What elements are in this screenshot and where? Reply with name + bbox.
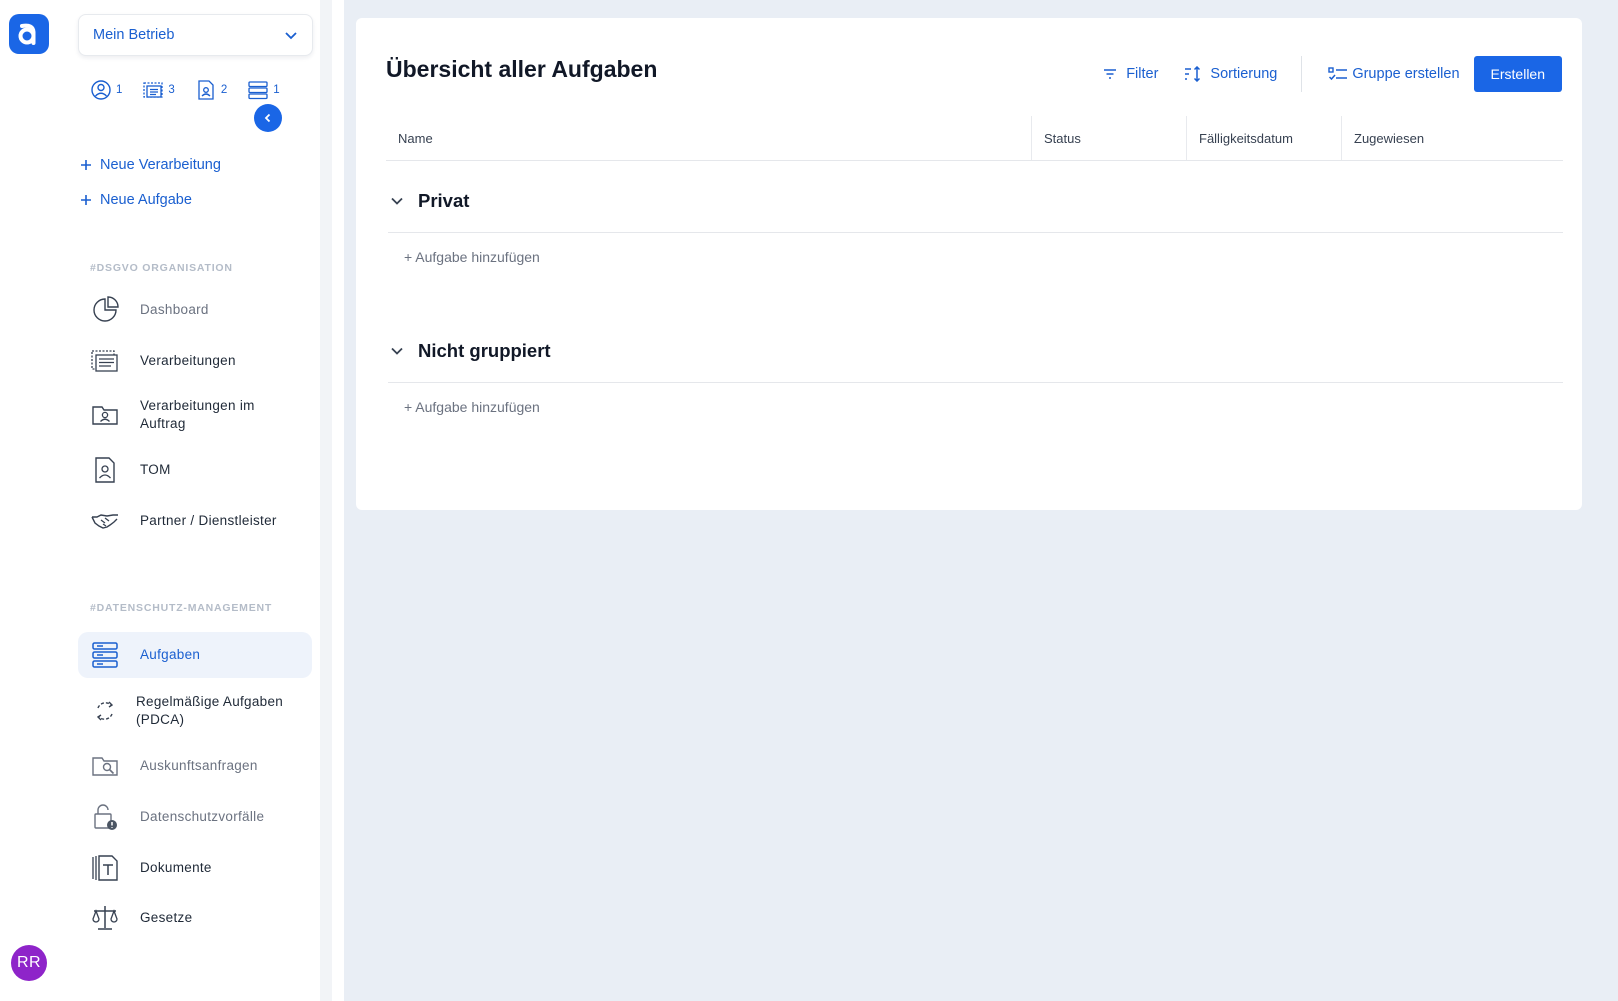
sidebar-item-label: Dashboard [140, 302, 209, 317]
main-content: Übersicht aller Aufgaben Filter Sortieru… [344, 0, 1618, 1001]
tasks-stack-icon [248, 81, 268, 100]
folder-search-icon [90, 751, 120, 781]
avatar[interactable]: RR [11, 945, 47, 981]
summary-counts: 1 3 2 1 [90, 79, 280, 101]
chevron-left-icon [264, 113, 271, 123]
count-users-value: 1 [116, 84, 123, 96]
filter-button[interactable]: Filter [1102, 66, 1158, 82]
count-users[interactable]: 1 [90, 79, 122, 101]
group-divider [388, 232, 1563, 233]
sort-label: Sortierung [1210, 66, 1278, 82]
folder-person-icon [90, 400, 120, 430]
count-contacts-value: 2 [220, 84, 228, 96]
lock-alert-icon [90, 802, 120, 832]
sidebar-item-label: TOM [140, 462, 171, 477]
chevron-down-icon [285, 32, 297, 40]
toolbar-divider [1301, 56, 1303, 92]
sidebar-item-laws[interactable]: Gesetze [78, 895, 312, 941]
column-header-assigned[interactable]: Zugewiesen [1341, 116, 1563, 160]
business-select-label: Mein Betrieb [93, 27, 175, 43]
logo-icon [18, 23, 36, 45]
chevron-down-icon [391, 197, 403, 205]
count-contacts[interactable]: 2 [195, 79, 227, 101]
sidebar-item-label: Verarbeitungen im Auftrag [140, 398, 255, 431]
collapse-sidebar-button[interactable] [254, 104, 282, 132]
sidebar-item-label: Auskunftsanfragen [140, 758, 258, 773]
group-title: Privat [418, 190, 470, 211]
contact-document-icon [90, 455, 120, 485]
count-processings-value: 3 [168, 84, 175, 96]
sidebar-item-information-requests[interactable]: Auskunftsanfragen [78, 743, 312, 789]
sidebar-item-documents[interactable]: Dokumente [78, 845, 312, 891]
sidebar-item-label: Datenschutzvorfälle [140, 809, 265, 824]
group-title: Nicht gruppiert [418, 340, 551, 361]
plus-icon [81, 160, 91, 170]
sidebar-item-tasks[interactable]: Aufgaben [78, 632, 312, 678]
sidebar-item-label: Regelmäßige Aufgaben (PDCA) [136, 694, 284, 727]
section-title-datenschutz: #DATENSCHUTZ-MANAGEMENT [90, 602, 273, 614]
processing-list-icon [90, 346, 120, 376]
sidebar-item-label: Gesetze [140, 910, 193, 925]
plus-icon [81, 195, 91, 205]
table-header: Name Status Fälligkeitsdatum Zugewiesen [386, 116, 1563, 161]
new-processing-label: Neue Verarbeitung [100, 157, 221, 173]
sidebar-item-data-breaches[interactable]: Datenschutzvorfälle [78, 794, 312, 840]
sidebar: Mein Betrieb 1 3 2 1 Neue Verarbeitung N… [62, 0, 332, 1001]
section-title-dsgvo: #DSGVO ORGANISATION [90, 262, 233, 274]
filter-icon [1104, 69, 1117, 79]
processing-list-icon [143, 82, 164, 98]
create-group-button[interactable]: Gruppe erstellen [1328, 66, 1460, 82]
new-task-label: Neue Aufgabe [100, 192, 192, 208]
pie-chart-icon [90, 295, 120, 325]
group-list-icon [1328, 67, 1348, 81]
sidebar-item-label: Aufgaben [140, 647, 201, 662]
app-rail: RR [0, 0, 62, 1001]
chevron-down-icon [391, 347, 403, 355]
user-circle-icon [91, 80, 111, 100]
group-divider [388, 382, 1563, 383]
count-processings[interactable]: 3 [142, 79, 175, 101]
column-header-status[interactable]: Status [1031, 116, 1186, 160]
business-select[interactable]: Mein Betrieb [78, 14, 313, 56]
contact-document-icon [198, 80, 214, 100]
sort-button[interactable]: Sortierung [1184, 66, 1277, 82]
text-document-icon [90, 853, 120, 883]
group-header-private[interactable]: Privat [390, 190, 469, 212]
sidebar-item-label: Partner / Dienstleister [140, 513, 277, 528]
tasks-card: Übersicht aller Aufgaben Filter Sortieru… [356, 18, 1582, 510]
sidebar-item-recurring-tasks[interactable]: Regelmäßige Aufgaben (PDCA) [78, 688, 312, 734]
app-logo[interactable] [9, 14, 49, 54]
sidebar-item-label: Verarbeitungen [140, 353, 236, 368]
sidebar-item-processings-on-behalf[interactable]: Verarbeitungen im Auftrag [78, 392, 312, 438]
sidebar-item-processings[interactable]: Verarbeitungen [78, 338, 312, 384]
sidebar-item-dashboard[interactable]: Dashboard [78, 287, 312, 333]
add-task-link-ungrouped[interactable]: + Aufgabe hinzufügen [404, 399, 540, 415]
handshake-icon [90, 506, 120, 536]
cycle-icon [90, 696, 120, 726]
filter-label: Filter [1126, 66, 1159, 82]
scale-icon [90, 903, 120, 933]
tasks-stack-icon [90, 640, 120, 670]
sidebar-item-tom[interactable]: TOM [78, 447, 312, 493]
create-button[interactable]: Erstellen [1473, 56, 1562, 92]
column-header-name[interactable]: Name [386, 116, 1031, 160]
group-header-ungrouped[interactable]: Nicht gruppiert [390, 340, 551, 362]
toolbar: Filter Sortierung Gruppe erstellen Erste… [1076, 56, 1562, 92]
create-group-label: Gruppe erstellen [1352, 66, 1460, 82]
count-tasks-value: 1 [273, 84, 280, 96]
count-tasks[interactable]: 1 [247, 79, 280, 101]
page-title: Übersicht aller Aufgaben [386, 56, 658, 82]
new-processing-link[interactable]: Neue Verarbeitung [80, 157, 221, 173]
add-task-link-private[interactable]: + Aufgabe hinzufügen [404, 249, 540, 265]
sidebar-item-partners[interactable]: Partner / Dienstleister [78, 498, 312, 544]
new-task-link[interactable]: Neue Aufgabe [80, 192, 192, 208]
column-header-due-date[interactable]: Fälligkeitsdatum [1186, 116, 1341, 160]
sort-icon [1185, 66, 1201, 82]
sidebar-item-label: Dokumente [140, 860, 212, 875]
